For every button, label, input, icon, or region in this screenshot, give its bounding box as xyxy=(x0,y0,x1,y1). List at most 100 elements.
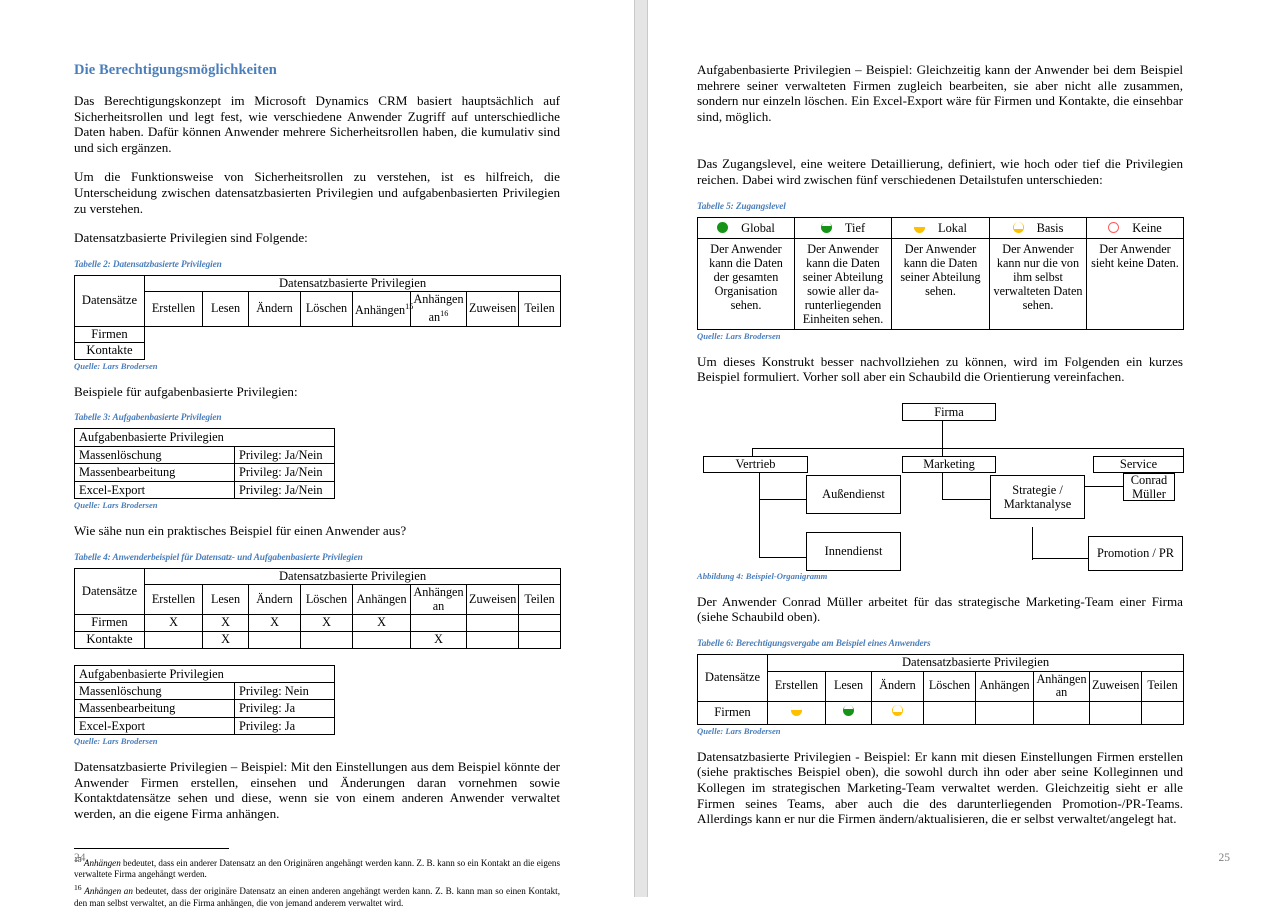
table6-cell-lesen xyxy=(825,700,872,725)
level-desc-basis: Der Anwender kann nur die von ihm selbst… xyxy=(989,237,1087,330)
table3-header: Aufgabenbasierte Privilegien xyxy=(73,428,336,447)
table2-col-anhaengen-label: Anhängen xyxy=(355,303,406,318)
level-header-tief: Tief xyxy=(794,216,892,239)
table4-cell xyxy=(517,614,562,632)
table4-caption: Tabelle 4: Anwenderbeispiel für Datensat… xyxy=(74,552,363,563)
table-berechtigungsvergabe: Datensätze Datensatzbasierte Privilegien… xyxy=(697,653,1185,725)
table2-col-teilen: Teilen xyxy=(517,291,562,327)
table4-cell: X xyxy=(202,614,249,632)
table6-cell-anhaengen-an xyxy=(1033,700,1090,725)
circle-half-yellow-icon xyxy=(914,222,926,234)
table-row: Der Anwender kann die Daten der gesamten… xyxy=(697,237,1184,330)
table6-cell-zuweisen xyxy=(1089,700,1142,725)
table-aufgabenbasierte-privilegien-beispiel: Aufgabenbasierte Privilegien Massenlösch… xyxy=(73,664,336,736)
table-row: Aufgabenbasierte Privilegien xyxy=(73,428,336,447)
table2-row-label-header: Datensätze xyxy=(74,274,145,327)
table3-row-label: Massenbearbeitung xyxy=(74,463,235,482)
table4-col-anhaengen-an: Anhängen an xyxy=(410,584,467,616)
table4-cell xyxy=(300,630,353,649)
table4-cell: X xyxy=(202,630,249,649)
table4-col-loeschen: Löschen xyxy=(300,584,353,616)
table6-col-anhaengen-an: Anhängen an xyxy=(1033,670,1090,702)
table6-row-firmen-label: Firmen xyxy=(697,700,768,725)
right-paragraph-2: Das Zugangslevel, eine weitere Detaillie… xyxy=(697,156,1183,187)
footnote-16: 16 Anhängen an bedeutet, dass der origin… xyxy=(74,882,560,909)
org-node-marketing: Marketing xyxy=(902,455,996,473)
table-row: Erstellen Lesen Ändern Löschen Anhängen … xyxy=(75,584,562,616)
org-node-service: Service xyxy=(1093,455,1184,473)
table-row: Kontakte X X xyxy=(74,630,562,649)
table-row: Datensätze Datensatzbasierte Privilegien xyxy=(697,653,1185,702)
table-row: Erstellen Lesen Ändern Löschen Anhängen … xyxy=(698,670,1185,702)
right-paragraph-4: Der Anwender Conrad Müller arbeitet für … xyxy=(697,593,1183,625)
table4-task-label: Massenbearbeitung xyxy=(74,699,235,718)
circle-quarter-yellow-icon xyxy=(1012,222,1024,234)
circle-empty-red-icon xyxy=(1108,222,1120,234)
table4-cell: X xyxy=(300,614,353,632)
level-desc-lokal: Der Anwender kann die Daten seiner Abtei… xyxy=(891,237,990,330)
table4-cell: X xyxy=(410,630,467,649)
page-number-left: 24 xyxy=(74,852,86,864)
table6-col-loeschen: Löschen xyxy=(923,670,976,702)
table6-cell-erstellen xyxy=(767,700,826,725)
table-zugangslevel: Global Tief Lokal Basis Keine Der Anwend… xyxy=(697,216,1184,330)
footnote-15: 15 Anhängen bedeutet, dass ein anderer D… xyxy=(74,854,560,881)
table2-col-aendern: Ändern xyxy=(248,291,301,327)
table4-cell xyxy=(466,630,519,649)
table4-cell: X xyxy=(352,614,411,632)
page-gutter xyxy=(634,0,648,897)
level-header-keine: Keine xyxy=(1086,216,1184,239)
org-node-promotion-pr: Promotion / PR xyxy=(1088,535,1183,571)
footnote-15-text: bedeutet, dass ein anderer Datensatz an … xyxy=(74,857,560,879)
table2-col-lesen: Lesen xyxy=(202,291,249,327)
connector-to-innendienst xyxy=(759,556,807,559)
table-row: Erstellen Lesen Ändern Löschen Anhängen1… xyxy=(75,291,562,327)
org-node-firma: Firma xyxy=(902,402,996,421)
table4-row-kontakte-label: Kontakte xyxy=(74,630,145,649)
circle-full-green-icon xyxy=(717,222,729,234)
table-row: Firmen xyxy=(697,700,1185,725)
table2-col-anhaengen: Anhängen15 xyxy=(352,291,414,327)
table2-row-kontakte-label: Kontakte xyxy=(74,342,145,360)
table2-col-zuweisen: Zuweisen xyxy=(466,291,519,327)
table4-task-value: Privileg: Ja xyxy=(233,699,336,718)
footnote-marker-16: 16 xyxy=(440,308,449,318)
table-row: Massenbearbeitung Privileg: Ja/Nein xyxy=(74,463,336,482)
table4-span-header: Datensatzbasierte Privilegien xyxy=(143,567,562,586)
level-header-basis: Basis xyxy=(989,216,1087,239)
organigram-diagram: Firma Vertrieb Marketing Service Außendi… xyxy=(697,399,1185,571)
connector-to-conrad xyxy=(1085,485,1124,488)
level-desc-global: Der Anwender kann die Daten der gesamten… xyxy=(697,237,795,330)
table3-source: Quelle: Lars Brodersen xyxy=(74,500,158,510)
footnote-16-term: Anhängen an xyxy=(84,886,133,897)
footnote-marker-15: 15 xyxy=(405,302,414,312)
table4-task-value: Privileg: Ja xyxy=(233,716,336,736)
table4-row-firmen-label: Firmen xyxy=(74,614,145,632)
table3-row-value: Privileg: Ja/Nein xyxy=(233,480,336,500)
table6-col-anhaengen: Anhängen xyxy=(975,670,1034,702)
table6-row-label-header: Datensätze xyxy=(697,653,768,702)
level-desc-tief: Der Anwender kann die Daten seiner Abtei… xyxy=(794,237,892,330)
table-row: Kontakte xyxy=(74,342,561,360)
table3-caption: Tabelle 3: Aufgabenbasierte Privilegien xyxy=(74,413,222,424)
table3-row-label: Excel-Export xyxy=(74,480,235,500)
right-paragraph-1: Aufgabenbasierte Privilegien – Beispiel:… xyxy=(697,62,1183,124)
paragraph-2: Um die Funktionsweise von Sicherheitsrol… xyxy=(74,169,560,216)
table-row: Datensätze Datensatzbasierte Privilegien xyxy=(74,274,562,327)
table6-cell-anhaengen xyxy=(975,700,1034,725)
org-node-strategie-marktanalyse: Strategie / Marktanalyse xyxy=(990,474,1085,519)
circle-threequarter-green-icon xyxy=(820,222,832,234)
table-anwenderbeispiel: Datensätze Datensatzbasierte Privilegien… xyxy=(74,567,562,649)
table2-source: Quelle: Lars Brodersen xyxy=(74,360,158,371)
footnote-16-text: bedeutet, dass der originäre Datensatz a… xyxy=(74,886,560,908)
connector-to-aussendienst xyxy=(759,498,807,501)
table4-cell: X xyxy=(248,614,301,632)
table2-caption: Tabelle 2: Datensatzbasierte Privilegien xyxy=(74,259,222,270)
table-row: Massenlöschung Privileg: Ja/Nein xyxy=(74,445,336,465)
table2-row-firmen-cells xyxy=(145,326,561,343)
page-title: Die Berechtigungsmöglichkeiten xyxy=(74,62,277,78)
level-name-basis: Basis xyxy=(1036,220,1064,235)
connector-to-strategie xyxy=(942,498,991,501)
table2-col-loeschen: Löschen xyxy=(300,291,353,327)
table4-task-header: Aufgabenbasierte Privilegien xyxy=(73,664,336,683)
